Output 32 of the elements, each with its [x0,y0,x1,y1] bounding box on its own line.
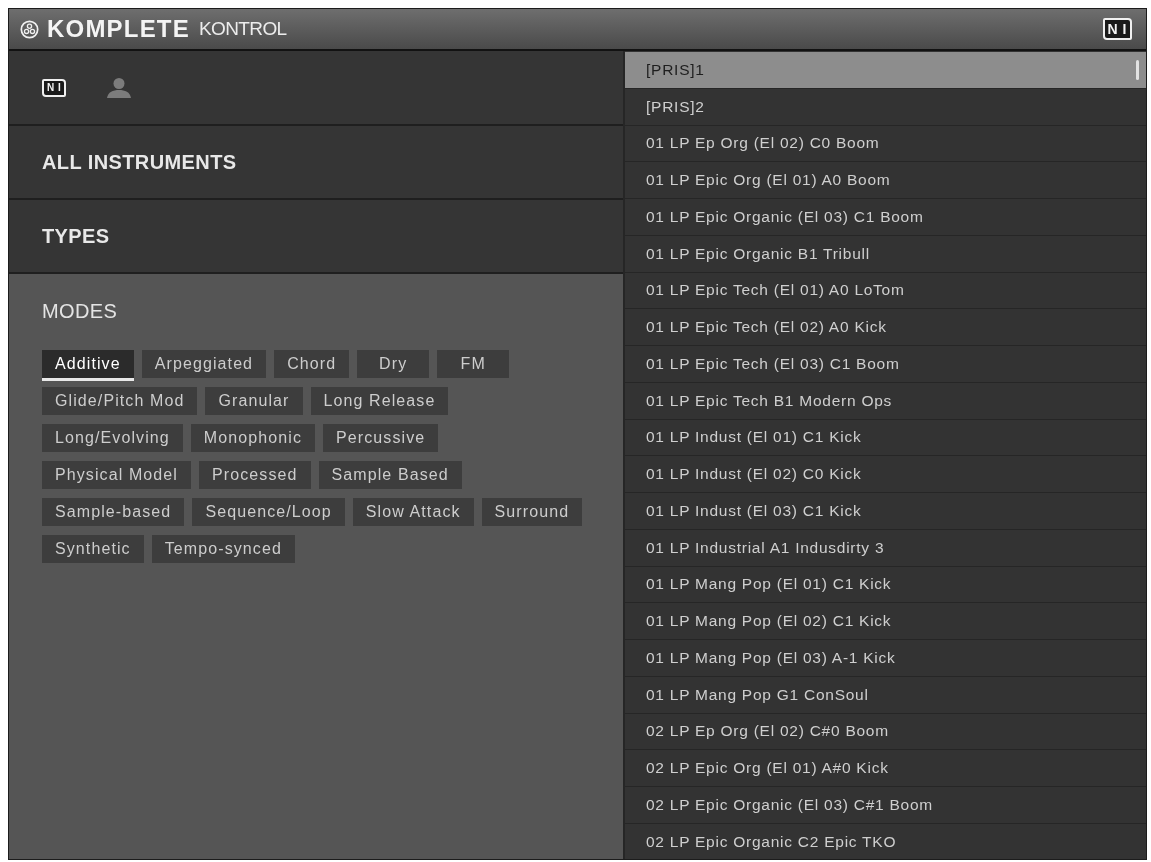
mode-tag[interactable]: Arpeggiated [141,350,267,381]
section-header[interactable]: TYPES [42,200,110,272]
mode-tag[interactable]: Additive [42,350,134,381]
app-logo-icon [20,19,39,39]
mode-tag[interactable]: Dry [357,350,430,381]
person-icon [106,77,133,98]
mode-tag[interactable]: Sample-based [42,498,185,529]
preset-row[interactable]: [PRIS]1 [625,52,1146,89]
mode-tag[interactable]: Surround [481,498,583,529]
scrollbar-thumb[interactable] [1136,60,1139,80]
mode-tag[interactable]: Granular [205,387,303,418]
section-header[interactable]: ALL INSTRUMENTS [42,126,237,198]
mode-tag[interactable]: Processed [199,461,311,492]
mode-tag[interactable]: Percussive [323,424,439,455]
mode-tag[interactable]: FM [437,350,510,381]
mode-tag[interactable]: Chord [274,350,350,381]
app-subtitle: KONTROL [198,18,287,40]
factory-library-button[interactable]: N I [42,78,67,97]
user-library-button[interactable] [106,77,133,98]
mode-tag[interactable]: Physical Model [42,461,191,492]
mode-tag[interactable]: Tempo-synced [151,535,295,566]
section-header[interactable]: MODES [42,298,118,324]
app-title: KOMPLETE [47,15,190,43]
mode-tag[interactable]: Long/Evolving [42,424,183,455]
mode-tag[interactable]: Long Release [310,387,449,418]
mode-tag[interactable]: Slow Attack [352,498,474,529]
mode-tag[interactable]: Monophonic [190,424,315,455]
mode-tag[interactable]: Glide/Pitch Mod [42,387,198,418]
mode-tag[interactable]: Synthetic [42,535,144,566]
mode-tag[interactable]: Sequence/Loop [192,498,345,529]
mode-tag[interactable]: Sample Based [318,461,462,492]
brand-logo: N I [1102,18,1132,40]
